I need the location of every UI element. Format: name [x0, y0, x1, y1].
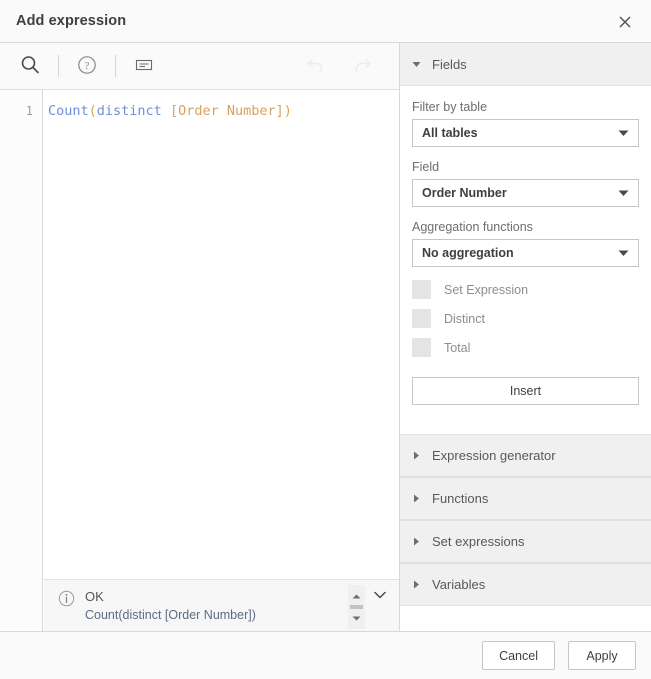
line-number-gutter: 1 — [0, 90, 43, 631]
toolbar-separator-1 — [58, 55, 59, 77]
triangle-down-icon — [412, 60, 421, 69]
undo-button[interactable] — [295, 46, 335, 86]
accordion-label-fields: Fields — [432, 56, 467, 72]
field-value: Order Number — [422, 186, 507, 200]
line-number: 1 — [25, 104, 33, 118]
accordion-label-variables: Variables — [432, 577, 486, 592]
checkbox-label-total: Total — [444, 340, 471, 355]
accordion-header-set-expressions[interactable]: Set expressions — [400, 520, 651, 563]
expand-status-button[interactable] — [369, 585, 391, 605]
dialog-body: ? 1 Count(distinct [Order Number]) OK Co… — [0, 43, 651, 631]
scroll-up-arrow-icon[interactable] — [351, 587, 362, 605]
triangle-right-icon — [412, 537, 421, 546]
status-controls — [348, 585, 391, 629]
triangle-right-icon — [412, 451, 421, 460]
checkbox-label-set-expression: Set Expression — [444, 282, 529, 297]
dialog-title: Add expression — [16, 13, 127, 29]
dialog-footer: Cancel Apply — [0, 631, 651, 679]
editor-toolbar: ? — [0, 43, 399, 90]
fields-panel-content: Filter by table All tables Field Order N… — [400, 86, 651, 413]
validation-texts: OK Count(distinct [Order Number]) — [85, 589, 256, 623]
accordion-header-functions[interactable]: Functions — [400, 477, 651, 520]
close-icon — [617, 14, 633, 30]
expression-side-panel: Fields Filter by table All tables Field … — [400, 43, 651, 631]
help-button[interactable]: ? — [67, 46, 107, 86]
token-keyword-distinct: distinct — [96, 103, 162, 119]
checkbox-set-expression[interactable] — [412, 280, 431, 299]
field-select[interactable]: Order Number — [412, 179, 639, 207]
checkbox-total[interactable] — [412, 338, 431, 357]
format-expression-button[interactable] — [124, 46, 164, 86]
filter-by-table-select[interactable]: All tables — [412, 119, 639, 147]
redo-button[interactable] — [343, 46, 383, 86]
chevron-down-icon — [618, 189, 629, 197]
format-expression-icon — [133, 54, 155, 79]
redo-arrow-icon — [351, 53, 375, 80]
validation-status-bar: OK Count(distinct [Order Number]) — [44, 579, 399, 631]
checkbox-row-total[interactable]: Total — [412, 338, 639, 357]
search-icon — [19, 54, 41, 79]
accordion-label-functions: Functions — [432, 491, 489, 506]
field-label: Field — [412, 160, 440, 174]
checkbox-row-set-expression[interactable]: Set Expression — [412, 280, 639, 299]
panel-gap — [400, 413, 651, 434]
expression-code[interactable]: Count(distinct [Order Number]) — [43, 90, 399, 631]
info-circle-icon — [58, 590, 75, 607]
apply-button[interactable]: Apply — [568, 641, 636, 670]
dialog-titlebar: Add expression — [0, 0, 651, 43]
aggregation-functions-label: Aggregation functions — [412, 220, 533, 234]
svg-text:?: ? — [85, 60, 90, 72]
accordion-label-set-expressions: Set expressions — [432, 534, 525, 549]
panel-filler — [400, 606, 651, 631]
status-scrollbar[interactable] — [348, 585, 365, 629]
token-field-reference: [Order Number] — [169, 103, 284, 119]
search-button[interactable] — [10, 46, 50, 86]
accordion-header-variables[interactable]: Variables — [400, 563, 651, 606]
close-button[interactable] — [607, 4, 643, 40]
triangle-right-icon — [412, 580, 421, 589]
aggregation-functions-select[interactable]: No aggregation — [412, 239, 639, 267]
checkbox-label-distinct: Distinct — [444, 311, 485, 326]
chevron-down-icon — [373, 588, 387, 603]
expression-editor-column: ? 1 Count(distinct [Order Number]) OK Co… — [0, 43, 400, 631]
checkbox-distinct[interactable] — [412, 309, 431, 328]
token-paren-close: ) — [283, 103, 292, 119]
accordion-header-expression-generator[interactable]: Expression generator — [400, 434, 651, 477]
accordion-label-expression-generator: Expression generator — [432, 448, 556, 463]
validation-status-title: OK — [85, 589, 104, 604]
toolbar-separator-2 — [115, 55, 116, 77]
checkbox-row-distinct[interactable]: Distinct — [412, 309, 639, 328]
undo-arrow-icon — [303, 53, 327, 80]
filter-by-table-label: Filter by table — [412, 100, 488, 114]
validation-status-detail: Count(distinct [Order Number]) — [85, 608, 256, 622]
accordion-header-fields[interactable]: Fields — [400, 43, 651, 86]
token-paren-open: ( — [88, 103, 97, 119]
aggregation-functions-value: No aggregation — [422, 246, 514, 260]
token-function-count: Count — [48, 103, 89, 119]
scroll-down-arrow-icon[interactable] — [351, 609, 362, 627]
cancel-button[interactable]: Cancel — [482, 641, 555, 670]
toolbar-history-group — [295, 46, 383, 86]
chevron-down-icon — [618, 129, 629, 137]
triangle-right-icon — [412, 494, 421, 503]
chevron-down-icon — [618, 249, 629, 257]
filter-by-table-value: All tables — [422, 126, 478, 140]
help-circle-icon: ? — [76, 54, 98, 79]
code-area[interactable]: 1 Count(distinct [Order Number]) OK Coun… — [0, 90, 399, 631]
add-expression-dialog: Add expression ? 1 Count(distinct [Order… — [0, 0, 651, 679]
insert-button[interactable]: Insert — [412, 377, 639, 405]
